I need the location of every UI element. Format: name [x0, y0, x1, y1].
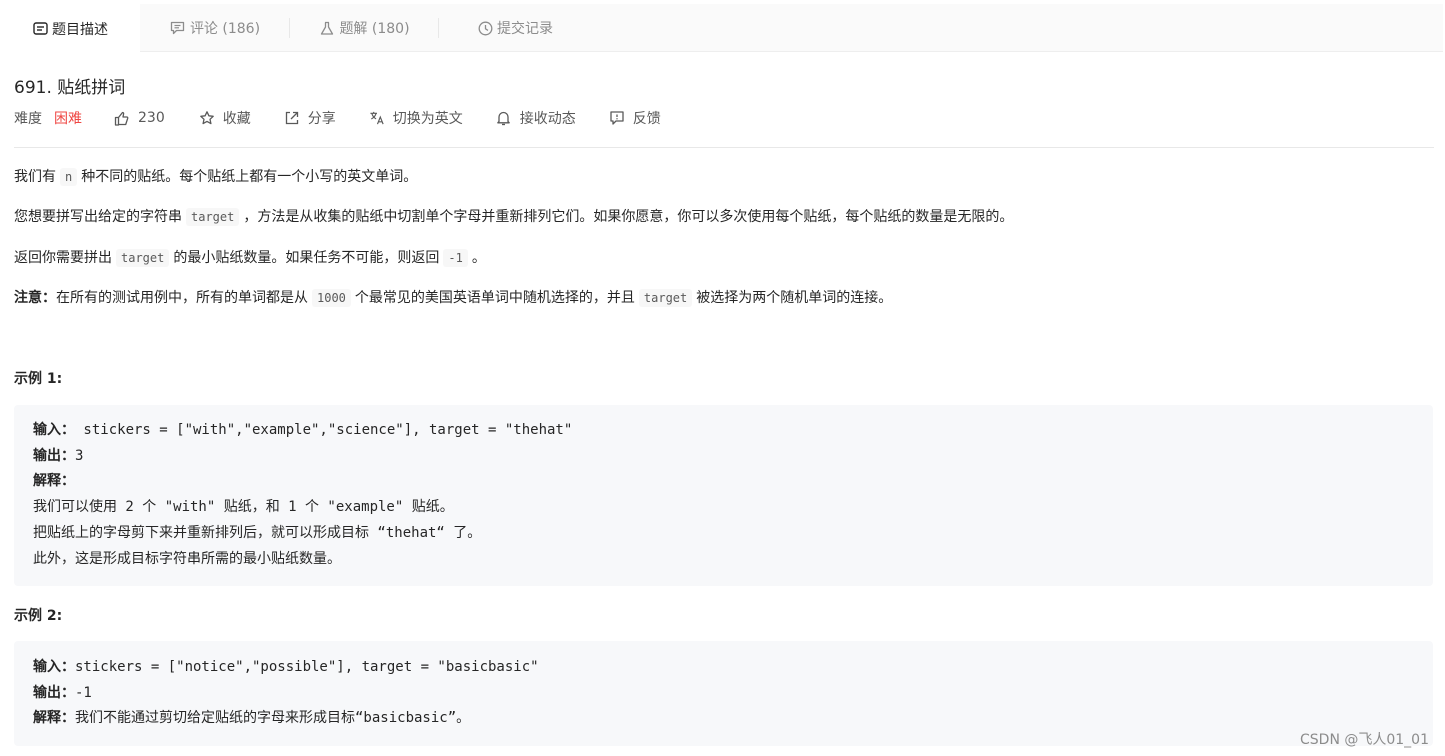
paragraph-text: ，方法是从收集的贴纸中切割单个字母并重新排列它们。如果你愿意，你可以多次使用每个… — [243, 209, 1014, 225]
description-icon — [32, 21, 48, 37]
tab-solutions-label: 题解 (180) — [339, 21, 410, 37]
example-input: stickers = ["with","example","science"],… — [75, 422, 573, 438]
example-heading: 示例 2: — [14, 608, 63, 624]
example-input-line: 输入：stickers = ["notice","possible"], tar… — [33, 658, 539, 676]
switch-language-button[interactable]: 切换为英文 — [369, 108, 463, 128]
example-output: 3 — [75, 448, 84, 464]
paragraph-text: 的最小贴纸数量。如果任务不可能，则返回 — [173, 250, 440, 266]
description-paragraph: 返回你需要拼出 target 的最小贴纸数量。如果任务不可能，则返回 -1。 — [14, 247, 486, 269]
feedback-icon — [609, 110, 625, 126]
input-label: 输入： — [33, 659, 75, 675]
favorite-label: 收藏 — [222, 111, 251, 127]
clock-icon — [477, 20, 493, 36]
difficulty-label: 难度 — [14, 111, 42, 127]
example-output-line: 输出：-1 — [33, 684, 92, 702]
flask-icon — [319, 20, 335, 36]
like-button[interactable]: 230 — [114, 110, 165, 126]
inline-code: 1000 — [312, 289, 351, 307]
paragraph-text: 您想要拼写出给定的字符串 — [14, 209, 182, 225]
inline-code: target — [638, 289, 693, 307]
tab-description-label: 题目描述 — [52, 21, 108, 38]
description-paragraph: 您想要拼写出给定的字符串 target ，方法是从收集的贴纸中切割单个字母并重新排列… — [14, 206, 1013, 228]
inline-code: target — [116, 249, 170, 267]
inline-code: target — [186, 208, 240, 226]
tab-bar: 题目描述 评论 (186) 题解 (180) 提交记录 — [0, 4, 1443, 53]
translate-icon — [369, 110, 385, 126]
example-input: stickers = ["notice","possible"], target… — [75, 659, 539, 675]
example-heading: 示例 1: — [14, 371, 63, 387]
thumbs-up-icon — [114, 110, 130, 126]
inline-code: n — [60, 168, 78, 186]
bell-icon — [496, 110, 512, 126]
tab-submissions-label: 提交记录 — [497, 21, 553, 37]
problem-title: 691. 贴纸拼词 — [14, 78, 126, 98]
share-button[interactable]: 分享 — [284, 108, 336, 128]
watermark: CSDN @飞人01_01 — [1300, 732, 1429, 748]
input-label: 输入： — [33, 422, 75, 438]
example-output: -1 — [75, 685, 92, 701]
favorite-button[interactable]: 收藏 — [199, 108, 251, 128]
example-output-line: 输出：3 — [33, 447, 83, 465]
meta-divider — [14, 147, 1434, 148]
feedback-label: 反馈 — [632, 111, 661, 127]
star-icon — [199, 110, 215, 126]
example-explain-text: 把贴纸上的字母剪下来并重新排列后，就可以形成目标 “thehat“ 了。 — [33, 525, 482, 541]
switch-language-label: 切换为英文 — [392, 111, 463, 127]
example-explain-text: 我们可以使用 2 个 "with" 贴纸，和 1 个 "example" 贴纸。 — [33, 499, 454, 515]
example-code-block: 输入： stickers = ["with","example","scienc… — [14, 405, 1433, 586]
description-paragraph: 我们有 n 种不同的贴纸。每个贴纸上都有一个小写的英文单词。 — [14, 166, 417, 188]
tab-comments-label: 评论 (186) — [189, 21, 261, 37]
explain-label: 解释： — [33, 710, 75, 726]
notify-label: 接收动态 — [519, 111, 576, 127]
tab-comments[interactable]: 评论 (186) — [140, 4, 290, 52]
tab-submissions[interactable]: 提交记录 — [439, 4, 591, 52]
example-explain-line: 解释：我们不能通过剪切给定贴纸的字母来形成目标“basicbasic”。 — [33, 709, 470, 727]
paragraph-text: 。 — [471, 250, 486, 266]
paragraph-text: 个最常见的美国英语单词中随机选择的，并且 — [354, 290, 635, 306]
inline-code: -1 — [443, 249, 468, 267]
paragraph-text: 被选择为两个随机单词的连接。 — [696, 290, 893, 306]
note-label: 注意： — [14, 290, 56, 306]
tab-solutions[interactable]: 题解 (180) — [290, 4, 439, 52]
problem-meta-bar: 难度 困难 230 收藏 分享 切换为英文 接收动态 反馈 — [14, 107, 661, 129]
example-code-block: 输入：stickers = ["notice","possible"], tar… — [14, 641, 1433, 746]
paragraph-text: 种不同的贴纸。每个贴纸上都有一个小写的英文单词。 — [81, 169, 418, 185]
paragraph-text: 返回你需要拼出 — [14, 250, 112, 266]
example-explain-text: 此外，这是形成目标字符串所需的最小贴纸数量。 — [33, 551, 341, 567]
paragraph-text: 在所有的测试用例中，所有的单词都是从 — [56, 290, 308, 306]
description-note: 注意：在所有的测试用例中，所有的单词都是从 1000 个最常见的美国英语单词中随机选… — [14, 287, 892, 309]
notify-button[interactable]: 接收动态 — [496, 108, 576, 128]
example-explain-text: 我们不能通过剪切给定贴纸的字母来形成目标“basicbasic”。 — [75, 710, 471, 726]
paragraph-text: 我们有 — [14, 169, 56, 185]
explain-label: 解释： — [33, 473, 75, 489]
example-explain-line: 解释： — [33, 472, 75, 490]
comment-icon — [170, 20, 186, 36]
output-label: 输出： — [33, 685, 75, 701]
example-input-line: 输入： stickers = ["with","example","scienc… — [33, 421, 572, 439]
tab-description[interactable]: 题目描述 — [0, 4, 140, 53]
share-icon — [284, 110, 300, 126]
difficulty-badge: 困难 — [54, 111, 82, 127]
feedback-button[interactable]: 反馈 — [609, 108, 661, 128]
share-label: 分享 — [307, 111, 336, 127]
like-count: 230 — [138, 110, 165, 126]
output-label: 输出： — [33, 448, 75, 464]
